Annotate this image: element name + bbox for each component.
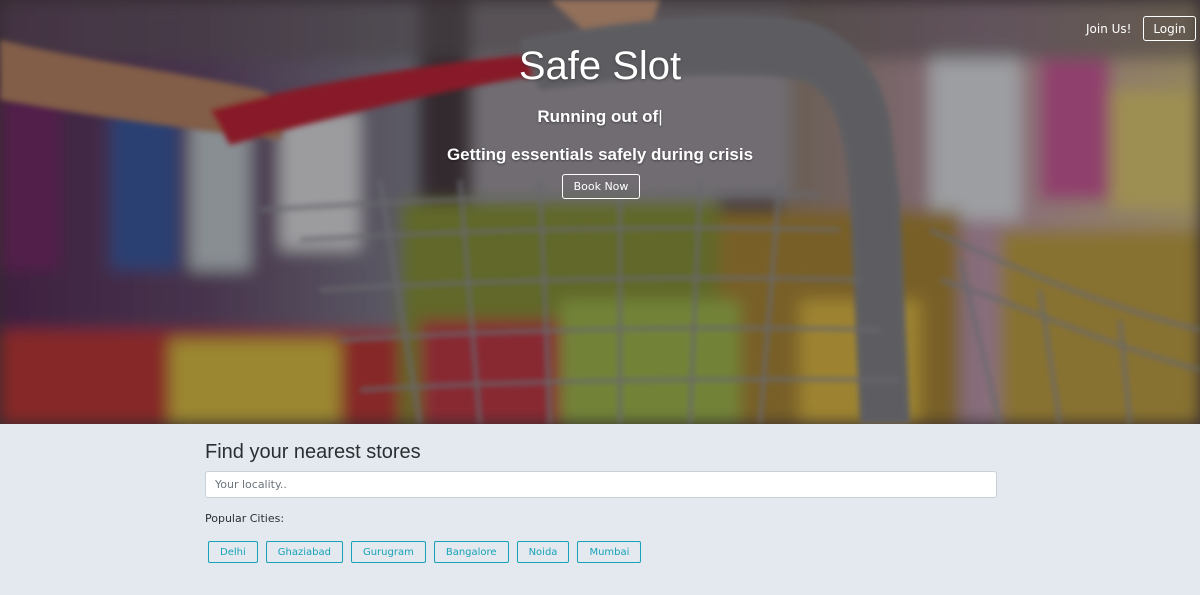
store-finder-section: Find your nearest stores Popular Cities:… xyxy=(0,424,1200,595)
hero-subtitle: Getting essentials safely during crisis xyxy=(446,145,754,164)
city-button-bangalore[interactable]: Bangalore xyxy=(433,541,509,563)
finder-title: Find your nearest stores xyxy=(205,441,421,463)
city-button-noida[interactable]: Noida xyxy=(516,541,570,563)
book-now-button[interactable]: Book Now xyxy=(562,174,640,199)
city-button-gurugram[interactable]: Gurugram xyxy=(350,541,426,563)
locality-search-input[interactable] xyxy=(205,471,997,498)
hero-title: Safe Slot xyxy=(518,44,682,88)
typed-cursor: | xyxy=(658,107,663,126)
login-button[interactable]: Login xyxy=(1143,16,1196,41)
city-button-mumbai[interactable]: Mumbai xyxy=(577,541,642,563)
popular-cities-label: Popular Cities: xyxy=(205,512,285,525)
hero-typed-line: Running out of| xyxy=(0,107,1200,127)
popular-cities-list: Delhi Ghaziabad Gurugram Bangalore Noida… xyxy=(208,541,642,563)
join-us-link[interactable]: Join Us! xyxy=(1078,18,1139,40)
typed-text: Running out of xyxy=(537,107,659,126)
city-button-ghaziabad[interactable]: Ghaziabad xyxy=(265,541,343,563)
city-button-delhi[interactable]: Delhi xyxy=(208,541,258,563)
hero-section: Join Us! Login Safe Slot Running out of|… xyxy=(0,0,1200,424)
